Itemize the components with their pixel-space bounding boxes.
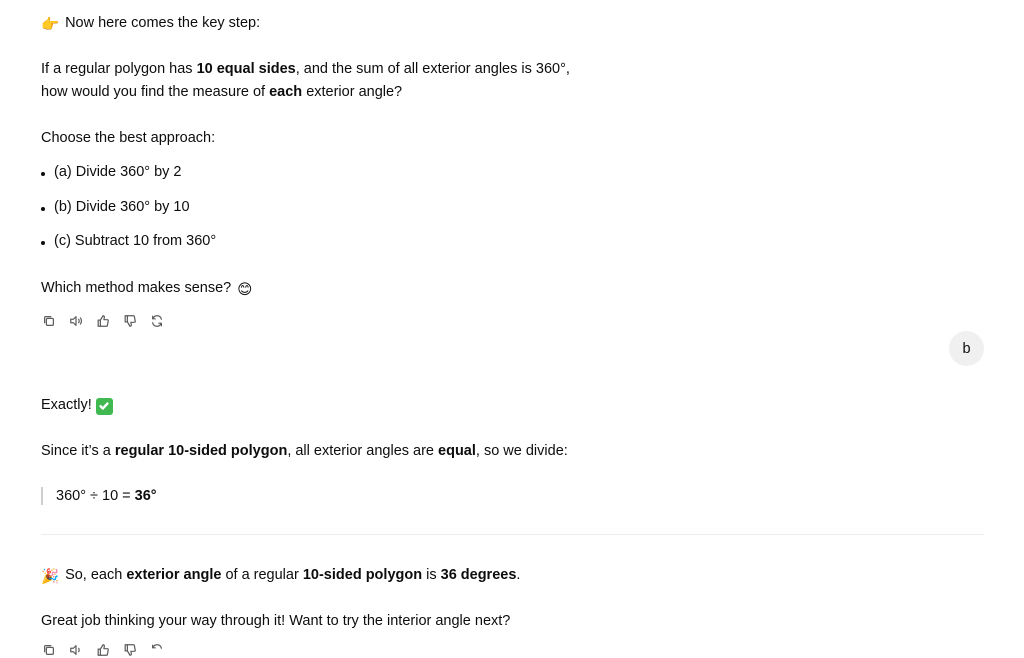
- choose-label: Choose the best approach:: [41, 130, 216, 146]
- option-a: (a) Divide 360° by 2: [54, 164, 182, 180]
- question-line-2: how would you find the measure of each e…: [41, 84, 403, 100]
- bullet-dot: [41, 241, 45, 245]
- bullet-dot: [41, 207, 45, 211]
- user-message-bubble: b: [949, 331, 984, 366]
- thumbs-down-icon[interactable]: [122, 313, 138, 329]
- calculation: 360° ÷ 10 = 36°: [56, 488, 157, 504]
- option-b: (b) Divide 360° by 10: [54, 199, 190, 215]
- thumbs-up-icon[interactable]: [95, 642, 111, 658]
- pointing-hand-icon: 👉: [41, 17, 60, 33]
- regenerate-icon[interactable]: [149, 642, 165, 658]
- conclusion-line: 🎉 So, each exterior angle of a regular 10…: [41, 567, 521, 585]
- copy-icon[interactable]: [41, 313, 57, 329]
- blockquote-bar: [41, 487, 43, 505]
- question-line: Which method makes sense? 😊: [41, 280, 253, 298]
- exactly-line: Exactly!: [41, 397, 113, 415]
- check-mark-icon: [95, 397, 113, 415]
- regenerate-icon[interactable]: [149, 313, 165, 329]
- question-line-1: If a regular polygon has 10 equal sides,…: [41, 61, 570, 77]
- copy-icon[interactable]: [41, 642, 57, 658]
- speaker-icon[interactable]: [68, 642, 84, 658]
- smiley-icon: 😊: [237, 282, 253, 298]
- party-popper-icon: 🎉: [41, 569, 60, 585]
- thumbs-down-icon[interactable]: [122, 642, 138, 658]
- intro-line: 👉 Now here comes the key step:: [41, 15, 261, 33]
- followup-line: Great job thinking your way through it! …: [41, 613, 511, 629]
- speaker-icon[interactable]: [68, 313, 84, 329]
- divider: [41, 534, 984, 535]
- option-c: (c) Subtract 10 from 360°: [54, 233, 217, 249]
- message-actions: [41, 642, 165, 658]
- thumbs-up-icon[interactable]: [95, 313, 111, 329]
- message-actions: [41, 313, 165, 329]
- bullet-dot: [41, 172, 45, 176]
- since-line: Since it’s a regular 10-sided polygon, a…: [41, 443, 568, 459]
